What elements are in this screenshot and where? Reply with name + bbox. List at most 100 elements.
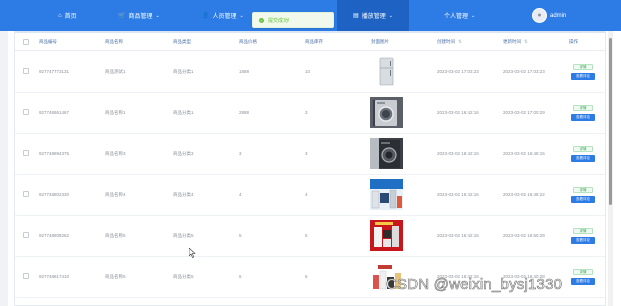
table-row: 927747773131 商品测试1 商品分类1 1888 10 2023-03-02 1…	[15, 51, 605, 93]
col-header-stock[interactable]: 商品库存	[305, 33, 323, 51]
cell-name: 商品名称3	[105, 150, 126, 156]
table-header: 商品编号 商品名称 商品类型 商品价格 商品库存 封面图片 创建时间 ⇅ 更新时间…	[15, 31, 605, 51]
cell-name: 商品名称4	[105, 191, 126, 197]
cell-stock: 4	[305, 192, 308, 197]
detail-tag-button[interactable]: 详情	[573, 64, 593, 70]
detail-tag-button[interactable]: 详情	[573, 146, 593, 152]
detail-tag-button[interactable]: 详情	[573, 269, 593, 275]
cell-price: 2888	[239, 110, 250, 115]
nav-people-label: 人员管理	[212, 14, 237, 20]
nav-home-label: 首页	[64, 14, 77, 20]
col-header-image: 封面图片	[371, 39, 389, 44]
cell-updated: 2023-03-02 16:50:29	[503, 233, 545, 238]
cell-type: 商品分类1	[173, 109, 194, 115]
cell-name: 商品名称5	[105, 232, 126, 238]
cell-created: 2023-03-02 16:42:16	[437, 192, 479, 197]
cell-id: 927747773131	[39, 69, 70, 74]
detail-tag-button[interactable]: 详情	[573, 187, 593, 193]
table-row: 927748808262 商品名称5 商品分类5 5 5 2023-03-02 16:42…	[15, 215, 605, 257]
cell-updated: 2023-03-02 16:48:15	[503, 151, 545, 156]
mouse-cursor	[189, 248, 196, 258]
cell-stock: 6	[305, 274, 308, 279]
success-toast: ✓ 提交成功!	[252, 12, 334, 28]
watermark-text: CSDN @weixin_bysj1330	[386, 276, 563, 294]
cell-name: 商品名称5	[105, 273, 126, 279]
view-comments-button[interactable]: 查看评论	[571, 73, 595, 80]
cell-type: 商品分类3	[173, 150, 194, 156]
row-checkbox[interactable]	[23, 273, 29, 279]
row-checkbox[interactable]	[23, 232, 29, 238]
cell-stock: 5	[305, 233, 308, 238]
cell-stock: 3	[305, 151, 308, 156]
cell-price: 1888	[239, 69, 250, 74]
view-comments-button[interactable]: 查看评论	[571, 114, 595, 121]
col-header-actions: 操作	[569, 39, 578, 44]
row-checkbox[interactable]	[23, 191, 29, 197]
table-row: 927748894375 商品名称3 商品分类3 3 3 2023-03-02 16:42…	[15, 133, 605, 175]
product-cover-image	[370, 179, 403, 210]
cell-created: 2023-03-02 16:42:16	[437, 110, 479, 115]
cell-price: 4	[239, 192, 242, 197]
sort-icon: ⇅	[458, 39, 462, 44]
view-comments-button[interactable]: 查看评论	[571, 237, 595, 244]
col-header-created-label: 创建时间	[437, 39, 455, 44]
cell-id: 927748808262	[39, 233, 70, 238]
cell-name: 商品测试1	[105, 68, 126, 74]
col-header-id[interactable]: 商品编号	[39, 33, 57, 51]
nav-playback-label: 播放管理	[361, 14, 386, 20]
cell-id: 927748817410	[39, 274, 70, 279]
product-cover-image	[370, 97, 403, 128]
table-row: 927748861467 商品名称1 商品分类1 2888 3 2023-03-02 16…	[15, 92, 605, 134]
sort-icon: ⇅	[524, 39, 528, 44]
row-checkbox[interactable]	[23, 68, 29, 74]
cell-stock: 3	[305, 110, 308, 115]
cell-updated: 2023-03-02 16:48:22	[503, 192, 545, 197]
table-row: 927748802330 商品名称4 商品分类4 4 4 2023-03-02 16:42…	[15, 174, 605, 216]
cell-price: 5	[239, 233, 242, 238]
row-checkbox[interactable]	[23, 109, 29, 115]
nav-item-products[interactable]: 🛒 商品管理 ⌄	[118, 0, 178, 31]
product-cover-image	[370, 138, 403, 169]
scrollbar-thumb[interactable]	[609, 38, 612, 205]
cart-icon: 🛒	[118, 13, 126, 19]
user-menu[interactable]: ● admin	[532, 0, 582, 31]
cell-name: 商品名称1	[105, 109, 126, 115]
avatar: ●	[532, 8, 547, 23]
product-table: 商品编号 商品名称 商品类型 商品价格 商品库存 封面图片 创建时间 ⇅ 更新时间…	[14, 31, 606, 306]
col-header-price[interactable]: 商品价格	[239, 33, 257, 51]
nav-item-home[interactable]: ⌂ 首页	[58, 0, 98, 31]
cell-stock: 10	[305, 69, 311, 74]
view-comments-button[interactable]: 查看评论	[571, 155, 595, 162]
cell-type: 商品分类1	[173, 68, 194, 74]
nav-item-personal[interactable]: 个人管理 ⌄	[444, 0, 504, 31]
page-left-edge	[0, 0, 8, 306]
view-comments-button[interactable]: 查看评论	[571, 278, 595, 285]
select-all-checkbox[interactable]	[23, 39, 29, 45]
chevron-down-icon: ⌄	[471, 12, 476, 19]
nav-item-playback[interactable]: ▤ 播放管理 ⌄	[337, 0, 409, 31]
cell-id: 927748894375	[39, 151, 70, 156]
chevron-down-icon: ⌄	[239, 12, 244, 19]
col-header-updated-label: 更新时间	[503, 39, 521, 44]
detail-tag-button[interactable]: 详情	[573, 228, 593, 234]
row-checkbox[interactable]	[23, 150, 29, 156]
col-header-created[interactable]: 创建时间 ⇅	[437, 33, 462, 51]
cell-created: 2023-03-02 16:42:16	[437, 151, 479, 156]
home-icon: ⌂	[58, 12, 62, 19]
user-icon: 👤	[202, 13, 210, 19]
view-comments-button[interactable]: 查看评论	[571, 196, 595, 203]
cell-updated: 2023-03-02 17:00:29	[503, 110, 545, 115]
product-cover-image	[370, 56, 403, 87]
col-header-type[interactable]: 商品类型	[173, 33, 191, 51]
col-header-updated[interactable]: 更新时间 ⇅	[503, 33, 528, 51]
cell-price: 3	[239, 151, 242, 156]
cell-type: 商品分类5	[173, 273, 194, 279]
toast-message: 提交成功!	[268, 17, 290, 24]
cell-updated: 2023-03-02 17:03:23	[503, 69, 545, 74]
detail-tag-button[interactable]: 详情	[573, 105, 593, 111]
product-cover-image	[370, 220, 403, 251]
cell-type: 商品分类4	[173, 191, 194, 197]
nav-personal-label: 个人管理	[444, 14, 469, 20]
col-header-name[interactable]: 商品名称	[105, 33, 123, 51]
cell-price: 6	[239, 274, 242, 279]
